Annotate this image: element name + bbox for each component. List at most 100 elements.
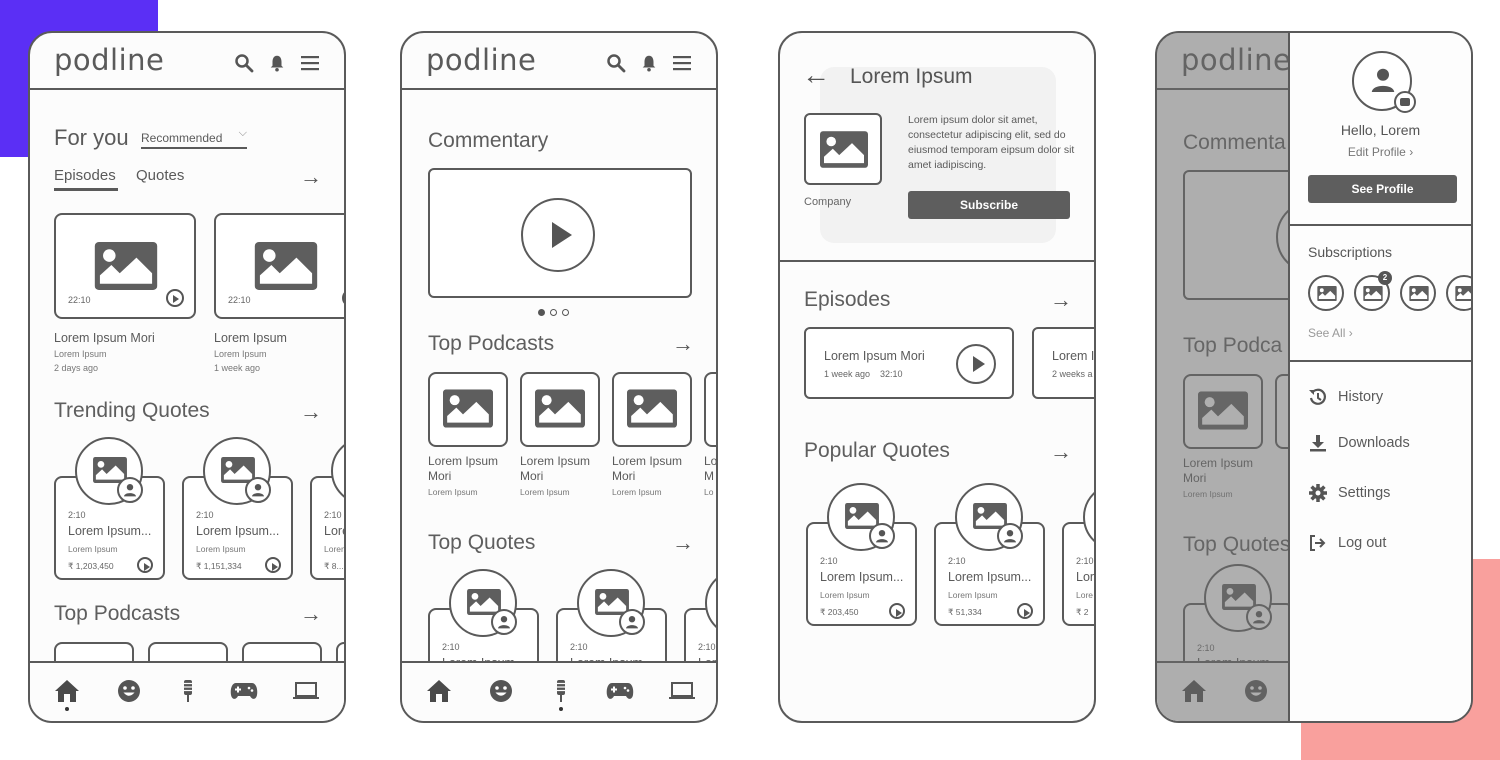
menu-item-log-out[interactable]: Log out <box>1308 533 1386 553</box>
nav-tech-icon[interactable] <box>292 679 320 703</box>
podcast-card[interactable] <box>612 372 692 447</box>
nav-home-icon[interactable] <box>54 679 80 703</box>
nav-tech-icon[interactable] <box>668 679 696 703</box>
play-icon[interactable] <box>166 289 184 307</box>
play-button[interactable] <box>521 198 595 272</box>
active-tab-indicator <box>54 188 118 191</box>
greeting: Hello, Lorem <box>1340 122 1421 138</box>
arrow-right-icon[interactable]: → <box>1050 439 1072 465</box>
image-placeholder-icon <box>820 131 868 168</box>
search-icon[interactable] <box>606 53 626 73</box>
play-button[interactable] <box>956 344 996 384</box>
filter-dropdown[interactable]: Recommended ⌵ <box>141 127 247 149</box>
play-icon[interactable] <box>137 557 153 573</box>
episode-subtitle: Lorem Ipsum <box>214 349 267 359</box>
history-icon <box>1309 388 1326 405</box>
podcast-title: Lorem Ipsum <box>428 454 499 468</box>
nav-comedy-icon[interactable] <box>488 679 514 703</box>
podcast-description: Lorem ipsum dolor sit amet, consectetur … <box>908 114 1075 171</box>
section-title-top-podcasts: Top Podcasts <box>54 602 181 625</box>
episode-card[interactable]: 22:10 <box>214 213 344 319</box>
divider <box>1290 224 1471 226</box>
commentary-video-player[interactable] <box>428 168 692 298</box>
arrow-left-icon[interactable]: ← <box>802 61 830 89</box>
menu-item-history[interactable]: History <box>1308 387 1383 407</box>
nav-microphone-icon[interactable] <box>548 679 574 703</box>
drawer-scrim[interactable] <box>1157 33 1289 721</box>
see-all-link[interactable]: See All › <box>1308 326 1353 340</box>
episode-row-card[interactable]: Lorem I 2 weeks a <box>1032 327 1095 399</box>
see-all-label: See All <box>1308 326 1346 340</box>
app-logo: podline <box>426 43 537 77</box>
podcast-card[interactable] <box>428 372 508 447</box>
podcast-title-line2: M <box>704 469 714 483</box>
tab-episodes[interactable]: Episodes <box>54 167 116 184</box>
episode-row-card[interactable]: Lorem Ipsum Mori 1 week ago 32:10 <box>804 327 1014 399</box>
phone-screen-podcast-detail: ← Lorem Ipsum Company Lorem ipsum dolor … <box>778 31 1096 723</box>
notification-badge: 2 <box>1378 271 1392 285</box>
arrow-right-icon[interactable]: → <box>300 399 322 425</box>
bell-icon[interactable] <box>640 53 658 73</box>
search-icon[interactable] <box>234 53 254 73</box>
chevron-down-icon: ⌵ <box>238 127 247 139</box>
see-profile-button[interactable]: See Profile <box>1308 175 1457 203</box>
play-icon[interactable] <box>265 557 281 573</box>
subscribe-button[interactable]: Subscribe <box>908 191 1070 219</box>
arrow-right-icon[interactable]: → <box>300 164 322 190</box>
quote-duration: 2:10 <box>196 510 214 520</box>
tab-quotes[interactable]: Quotes <box>136 167 184 184</box>
listen-icon: ₹ <box>68 561 76 571</box>
subscription-avatar[interactable]: 2 <box>1354 271 1392 311</box>
carousel-dot[interactable] <box>550 309 557 316</box>
carousel-dot[interactable] <box>562 309 569 316</box>
edit-profile-link[interactable]: Edit Profile › <box>1290 145 1471 159</box>
menu-item-settings[interactable]: Settings <box>1308 483 1390 503</box>
nav-games-icon[interactable] <box>606 679 634 703</box>
chevron-right-icon: › <box>1348 326 1353 340</box>
phone-screen-home: podline For you Recommended ⌵ Episodes Q… <box>28 31 346 723</box>
quote-title: Lorem Ipsum... <box>820 570 904 584</box>
subscription-avatar[interactable] <box>1446 275 1471 311</box>
podcast-card[interactable] <box>704 372 716 447</box>
arrow-right-icon[interactable]: → <box>300 601 322 627</box>
company-label: Company <box>804 196 852 208</box>
nav-home-icon[interactable] <box>426 679 452 703</box>
episode-card[interactable]: 22:10 <box>54 213 196 319</box>
podcast-card[interactable] <box>520 372 600 447</box>
podcast-title-line2: Mori <box>520 469 544 483</box>
quote-duration: 2:10 <box>820 556 838 566</box>
play-icon[interactable] <box>889 603 905 619</box>
download-icon <box>1310 435 1326 452</box>
carousel-dot-active[interactable] <box>538 309 545 316</box>
arrow-right-icon[interactable]: → <box>1050 287 1072 313</box>
image-placeholder-icon <box>627 389 677 428</box>
nav-games-icon[interactable] <box>230 679 258 703</box>
podcast-subtitle: Lorem Ipsum <box>428 487 478 497</box>
arrow-right-icon[interactable]: → <box>672 331 694 357</box>
listen-icon: ₹ <box>820 607 828 617</box>
quote-duration: 2:10 <box>948 556 966 566</box>
quote-listen-count: ₹ 203,450 <box>820 607 859 617</box>
app-logo: podline <box>54 43 165 77</box>
podcast-title-line2: Mori <box>612 469 636 483</box>
subscription-avatar[interactable] <box>1308 275 1344 311</box>
episode-title: Lorem I <box>1052 349 1095 363</box>
logout-icon <box>1310 535 1326 551</box>
hamburger-icon[interactable] <box>300 53 320 73</box>
quote-duration: 2:10 <box>698 642 716 652</box>
menu-item-downloads[interactable]: Downloads <box>1308 433 1410 453</box>
play-icon[interactable] <box>342 289 344 307</box>
user-icon <box>491 609 517 635</box>
nav-comedy-icon[interactable] <box>116 679 142 703</box>
bell-icon[interactable] <box>268 53 286 73</box>
arrow-right-icon[interactable]: → <box>672 530 694 556</box>
filter-dropdown-value: Recommended <box>141 131 223 145</box>
profile-avatar[interactable] <box>1352 51 1416 113</box>
bottom-nav <box>402 661 716 721</box>
play-icon[interactable] <box>1017 603 1033 619</box>
image-placeholder-icon <box>94 242 158 290</box>
nav-microphone-icon[interactable] <box>175 679 201 703</box>
subscription-avatar[interactable] <box>1400 275 1436 311</box>
camera-icon[interactable] <box>1394 91 1416 113</box>
hamburger-icon[interactable] <box>672 53 692 73</box>
